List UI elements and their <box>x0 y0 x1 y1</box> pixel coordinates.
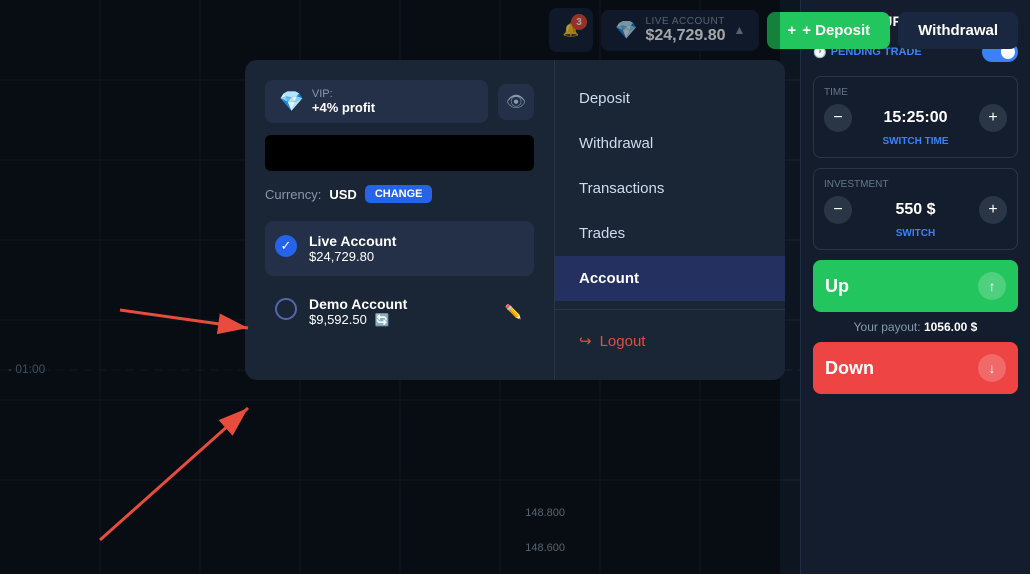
live-account-item[interactable]: ✓ Live Account $24,729.80 <box>265 221 534 276</box>
change-currency-button[interactable]: CHANGE <box>365 185 433 203</box>
time-value: 15:25:00 <box>858 109 973 127</box>
menu-divider <box>555 309 785 310</box>
payout-row: Your payout: 1056.00 $ <box>813 320 1018 334</box>
time-field-control: − 15:25:00 + <box>824 104 1007 132</box>
live-account-balance: $24,729.80 <box>309 249 396 264</box>
vip-profit: +4% profit <box>312 100 375 115</box>
menu-item-account[interactable]: Account <box>555 256 785 301</box>
vip-label: VIP: <box>312 88 375 100</box>
eye-button[interactable]: 👁 <box>498 84 534 120</box>
demo-account-details: Demo Account $9,592.50 🔄 <box>309 296 407 327</box>
time-increase-button[interactable]: + <box>979 104 1007 132</box>
currency-label: Currency: <box>265 187 321 202</box>
vip-diamond-icon: 💎 <box>279 89 304 114</box>
switch-label[interactable]: SWITCH <box>824 228 1007 239</box>
edit-icon: ✏️ <box>505 303 522 320</box>
menu-item-withdrawal[interactable]: Withdrawal <box>555 121 785 166</box>
menu-item-deposit[interactable]: Deposit <box>555 76 785 121</box>
investment-increase-button[interactable]: + <box>979 196 1007 224</box>
menu-item-transactions[interactable]: Transactions <box>555 166 785 211</box>
demo-account-balance: $9,592.50 🔄 <box>309 312 407 327</box>
investment-field-group: Investment − 550 $ + SWITCH <box>813 168 1018 250</box>
investment-value: 550 $ <box>858 201 973 219</box>
menu-item-trades[interactable]: Trades <box>555 211 785 256</box>
switch-time-label[interactable]: SWITCH TIME <box>824 136 1007 147</box>
check-circle-icon: ✓ <box>275 235 297 257</box>
deposit-button[interactable]: + + Deposit <box>767 12 890 49</box>
payout-value: 1056.00 $ <box>924 320 977 334</box>
plus-icon: + <box>787 22 796 39</box>
menu-item-logout[interactable]: ↪ Logout <box>555 318 785 364</box>
live-account-details: Live Account $24,729.80 <box>309 233 396 264</box>
vip-badge: 💎 VIP: +4% profit <box>265 80 488 123</box>
account-dropdown: 💎 VIP: +4% profit 👁 Currency: USD CHANGE… <box>245 60 785 380</box>
currency-row: Currency: USD CHANGE <box>265 185 534 203</box>
live-account-name: Live Account <box>309 233 396 249</box>
demo-account-name: Demo Account <box>309 296 407 312</box>
down-arrow-icon: ↓ <box>978 354 1006 382</box>
balance-bar <box>265 135 534 171</box>
vip-text: VIP: +4% profit <box>312 88 375 115</box>
right-panel: CHF/JPY (OTC) 92% 🕐 PENDING TRADE Time −… <box>800 0 1030 574</box>
logout-icon: ↪ <box>579 332 592 350</box>
refresh-icon: 🔄 <box>374 313 389 327</box>
investment-field-control: − 550 $ + <box>824 196 1007 224</box>
up-arrow-icon: ↑ <box>978 272 1006 300</box>
down-button[interactable]: Down ↓ <box>813 342 1018 394</box>
time-field-label: Time <box>824 87 1007 98</box>
empty-circle-icon <box>275 298 297 320</box>
demo-account-item[interactable]: Demo Account $9,592.50 🔄 ✏️ <box>265 284 534 339</box>
dropdown-left-panel: 💎 VIP: +4% profit 👁 Currency: USD CHANGE… <box>245 60 555 380</box>
dropdown-right-menu: Deposit Withdrawal Transactions Trades A… <box>555 60 785 380</box>
time-decrease-button[interactable]: − <box>824 104 852 132</box>
vip-row: 💎 VIP: +4% profit 👁 <box>265 80 534 123</box>
up-button[interactable]: Up ↑ <box>813 260 1018 312</box>
withdrawal-button[interactable]: Withdrawal <box>898 12 1018 49</box>
investment-field-label: Investment <box>824 179 1007 190</box>
time-field-group: Time − 15:25:00 + SWITCH TIME <box>813 76 1018 158</box>
eye-icon: 👁 <box>506 92 526 112</box>
currency-value: USD <box>329 187 356 202</box>
investment-decrease-button[interactable]: − <box>824 196 852 224</box>
